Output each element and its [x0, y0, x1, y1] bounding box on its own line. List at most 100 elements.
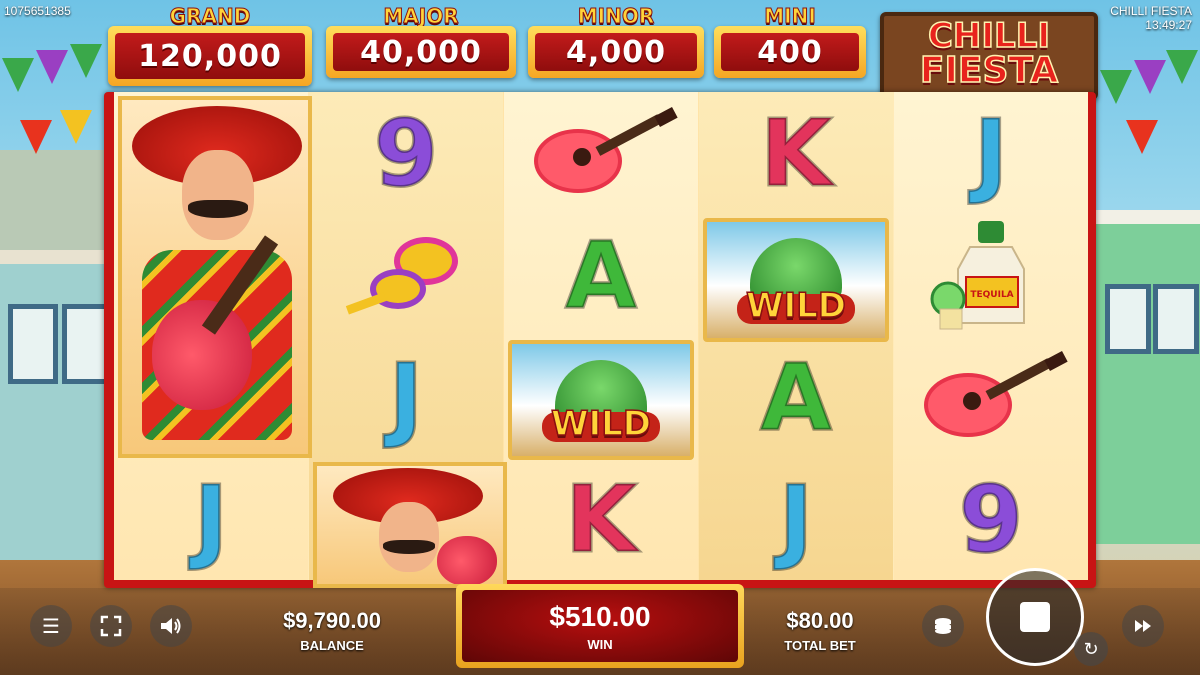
- symbol-K: K: [699, 92, 893, 214]
- win-label: WIN: [587, 636, 613, 652]
- game-title-small: CHILLI FIESTA: [1110, 4, 1192, 18]
- symbol-J: J: [894, 92, 1088, 214]
- wild-symbol: WILD: [703, 218, 889, 342]
- total-bet-display: $80.00 TOTAL BET: [760, 608, 880, 653]
- symbol-J: J: [699, 458, 893, 580]
- tequila-symbol: TEQUILA: [894, 214, 1088, 336]
- fullscreen-button[interactable]: [90, 605, 132, 647]
- guitar-symbol: [504, 92, 698, 214]
- game-info: CHILLI FIESTA 13:49:27: [1110, 4, 1192, 32]
- flag: [60, 110, 92, 144]
- mariachi-symbol: [313, 462, 507, 588]
- background-house: [1095, 210, 1200, 544]
- symbol-letter: K: [759, 98, 833, 208]
- wild-label: WILD: [550, 403, 652, 445]
- balance-display: $9,790.00 BALANCE: [262, 608, 402, 653]
- autoplay-button[interactable]: ↻: [1074, 632, 1108, 666]
- guitar-icon: [534, 107, 678, 193]
- house-window: [1105, 284, 1151, 354]
- bunting-flags: [1096, 40, 1200, 160]
- background-house: [0, 250, 112, 564]
- symbol-A: A: [699, 336, 893, 458]
- jackpot-value: 4,000: [566, 34, 666, 70]
- bunting-flags: [0, 40, 104, 160]
- symbol-J: J: [309, 336, 503, 458]
- balance-label: BALANCE: [300, 638, 364, 653]
- wild-symbol: WILD: [508, 340, 694, 460]
- jackpot-frame: 4,000: [528, 26, 704, 78]
- spin-stop-button[interactable]: [986, 568, 1084, 666]
- bet-settings-button[interactable]: [922, 605, 964, 647]
- flag: [2, 58, 34, 92]
- symbol-letter: J: [777, 464, 814, 574]
- fullscreen-icon: [100, 615, 122, 637]
- total-bet-amount: $80.00: [786, 608, 854, 633]
- background-house: [0, 150, 120, 260]
- symbol-letter: A: [564, 220, 638, 330]
- sound-icon: [161, 618, 181, 634]
- flag: [1100, 70, 1132, 104]
- jackpot-value: 120,000: [138, 38, 282, 74]
- reel-grid: J 9 J A WILD K K WILD A J J TEQUILA 9: [114, 92, 1088, 588]
- guitar-symbol: [894, 336, 1088, 458]
- jackpot-panel: 400: [721, 33, 859, 71]
- flag: [20, 120, 52, 154]
- jackpot-minor: MINOR 4,000: [528, 4, 704, 90]
- total-bet-label: TOTAL BET: [784, 638, 856, 653]
- symbol-letter: J: [387, 342, 424, 452]
- jackpot-mini: MINI 400: [714, 4, 866, 90]
- menu-button[interactable]: ☰: [30, 605, 72, 647]
- fast-forward-icon: [1135, 620, 1151, 632]
- jackpot-frame: 400: [714, 26, 866, 78]
- maracas-icon: [309, 214, 503, 336]
- game-logo: CHILLI FIESTA: [880, 12, 1098, 100]
- win-display: $510.00 WIN: [456, 584, 744, 668]
- jackpot-title: MINOR: [577, 4, 655, 29]
- symbol-letter: A: [759, 342, 833, 452]
- coins-icon: [935, 618, 951, 634]
- house-window: [8, 304, 58, 384]
- flag: [36, 50, 68, 84]
- symbol-J: J: [114, 458, 308, 580]
- symbol-A: A: [504, 214, 698, 336]
- jackpot-panel: 120,000: [115, 33, 305, 79]
- stop-icon: [1020, 602, 1050, 632]
- house-window: [1153, 284, 1199, 354]
- sound-button[interactable]: [150, 605, 192, 647]
- guitar-icon: [437, 536, 497, 584]
- mariachi-symbol: [118, 96, 312, 458]
- face: [379, 502, 439, 572]
- symbol-letter: K: [564, 464, 638, 574]
- jackpot-title: GRAND: [169, 4, 251, 29]
- win-amount: $510.00: [549, 600, 651, 632]
- symbol-letter: J: [972, 98, 1009, 208]
- jackpot-title: MINI: [764, 4, 817, 29]
- face: [182, 150, 254, 240]
- jackpot-title: MAJOR: [383, 4, 459, 29]
- symbol-9: 9: [309, 92, 503, 214]
- jackpot-value: 400: [757, 34, 823, 70]
- wild-label: WILD: [745, 285, 847, 327]
- symbol-letter: 9: [957, 464, 1024, 574]
- reel-frame: J 9 J A WILD K K WILD A J J TEQUILA 9: [104, 92, 1096, 588]
- session-id: 1075651385: [4, 4, 71, 18]
- turbo-button[interactable]: [1122, 605, 1164, 647]
- guitar-icon: [152, 300, 252, 410]
- flag: [1134, 60, 1166, 94]
- autoplay-icon: ↻: [1083, 638, 1099, 660]
- maracas-graphic: [345, 237, 458, 315]
- menu-icon: ☰: [42, 614, 60, 638]
- mustache: [188, 200, 248, 218]
- win-panel: $510.00 WIN: [462, 590, 738, 662]
- flag: [1166, 50, 1198, 84]
- balance-amount: $9,790.00: [283, 608, 381, 633]
- symbol-letter: 9: [372, 98, 439, 208]
- jackpot-panel: 4,000: [535, 33, 697, 71]
- jackpot-frame: 120,000: [108, 26, 312, 86]
- jackpot-grand: GRAND 120,000: [108, 4, 312, 90]
- svg-text:TEQUILA: TEQUILA: [970, 290, 1013, 300]
- clock: 13:49:27: [1145, 18, 1192, 32]
- jackpot-frame: 40,000: [326, 26, 516, 78]
- tequila-icon: TEQUILA: [930, 221, 1025, 330]
- flag: [70, 44, 102, 78]
